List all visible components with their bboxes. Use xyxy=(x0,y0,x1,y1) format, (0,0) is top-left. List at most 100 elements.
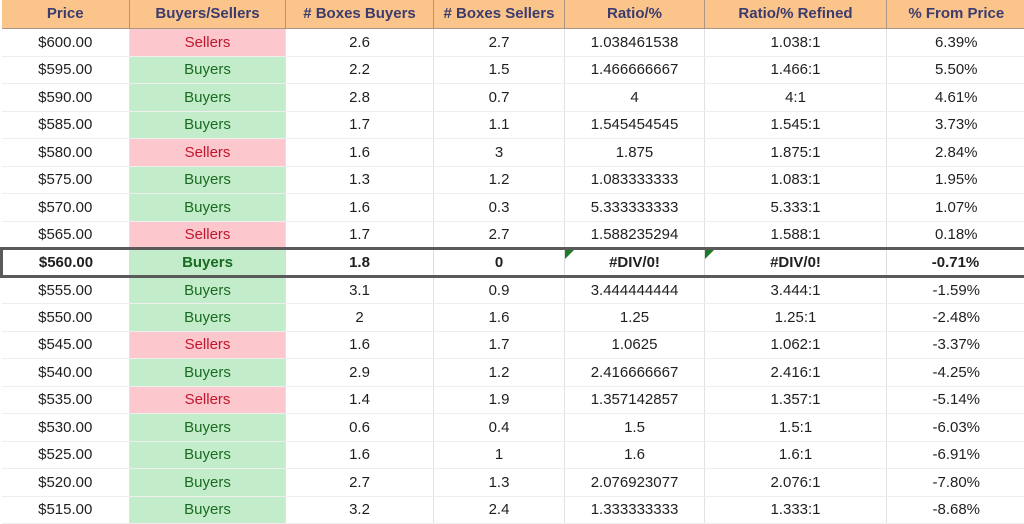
cell-ratio_refined[interactable]: 1.588:1 xyxy=(704,221,887,249)
cell-boxes_buyers[interactable]: 2.9 xyxy=(285,358,434,387)
cell-boxes_sellers[interactable]: 1.9 xyxy=(433,386,565,414)
cell-price[interactable]: $565.00 xyxy=(1,221,130,249)
table-row[interactable]: $560.00 Buyers 1.8 0 #DIV/0! #DIV/0! -0.71% xyxy=(0,247,1024,278)
table-row[interactable]: $550.00 Buyers 2 1.6 1.25 1.25:1 -2.48% xyxy=(1,303,1024,332)
cell-boxes_buyers[interactable]: 1.7 xyxy=(285,221,434,249)
cell-boxes_sellers[interactable]: 0.3 xyxy=(433,193,565,222)
cell-ratio[interactable]: 1.357142857 xyxy=(564,386,705,414)
cell-ratio[interactable]: 1.333333333 xyxy=(564,496,705,524)
cell-pct_from_price[interactable]: -1.59% xyxy=(886,276,1024,304)
cell-ratio[interactable]: 1.588235294 xyxy=(564,221,705,249)
table-row[interactable]: $565.00 Sellers 1.7 2.7 1.588235294 1.588:1 0.… xyxy=(1,221,1024,249)
cell-signal[interactable]: Sellers xyxy=(129,331,286,359)
cell-pct_from_price[interactable]: 2.84% xyxy=(886,138,1024,167)
cell-ratio_refined[interactable]: 1.875:1 xyxy=(704,138,887,167)
cell-boxes_buyers[interactable]: 2.6 xyxy=(285,28,434,57)
cell-boxes_buyers[interactable]: 1.6 xyxy=(285,441,434,469)
cell-price[interactable]: $560.00 xyxy=(0,247,130,278)
cell-signal[interactable]: Buyers xyxy=(129,413,286,442)
cell-boxes_sellers[interactable]: 0.9 xyxy=(433,276,565,304)
cell-pct_from_price[interactable]: 5.50% xyxy=(886,56,1024,84)
table-row[interactable]: $575.00 Buyers 1.3 1.2 1.083333333 1.083:1 1.9… xyxy=(1,166,1024,194)
cell-signal[interactable]: Buyers xyxy=(129,468,286,497)
cell-boxes_buyers[interactable]: 1.6 xyxy=(285,138,434,167)
cell-price[interactable]: $575.00 xyxy=(1,166,130,194)
cell-pct_from_price[interactable]: -8.68% xyxy=(886,496,1024,524)
cell-boxes_sellers[interactable]: 0.4 xyxy=(433,413,565,442)
cell-pct_from_price[interactable]: -3.37% xyxy=(886,331,1024,359)
cell-boxes_buyers[interactable]: 2.8 xyxy=(285,83,434,112)
table-row[interactable]: $545.00 Sellers 1.6 1.7 1.0625 1.062:1 -3.37% xyxy=(1,331,1024,359)
cell-signal[interactable]: Buyers xyxy=(129,276,286,304)
cell-ratio_refined[interactable]: 2.076:1 xyxy=(704,468,887,497)
cell-pct_from_price[interactable]: 3.73% xyxy=(886,111,1024,139)
cell-ratio_refined[interactable]: 3.444:1 xyxy=(704,276,887,304)
column-header-boxes_sellers[interactable]: # Boxes Sellers xyxy=(433,0,565,29)
cell-signal[interactable]: Buyers xyxy=(129,166,286,194)
cell-ratio[interactable]: #DIV/0! xyxy=(564,247,705,278)
cell-boxes_sellers[interactable]: 2.7 xyxy=(433,28,565,57)
cell-ratio[interactable]: 1.545454545 xyxy=(564,111,705,139)
cell-ratio_refined[interactable]: 4:1 xyxy=(704,83,887,112)
cell-pct_from_price[interactable]: -5.14% xyxy=(886,386,1024,414)
cell-ratio_refined[interactable]: 1.333:1 xyxy=(704,496,887,524)
cell-boxes_buyers[interactable]: 3.2 xyxy=(285,496,434,524)
cell-signal[interactable]: Buyers xyxy=(129,303,286,332)
cell-pct_from_price[interactable]: -4.25% xyxy=(886,358,1024,387)
cell-ratio_refined[interactable]: 1.5:1 xyxy=(704,413,887,442)
cell-price[interactable]: $540.00 xyxy=(1,358,130,387)
cell-ratio_refined[interactable]: 1.545:1 xyxy=(704,111,887,139)
cell-boxes_sellers[interactable]: 1.5 xyxy=(433,56,565,84)
cell-signal[interactable]: Sellers xyxy=(129,28,286,57)
cell-boxes_sellers[interactable]: 1.7 xyxy=(433,331,565,359)
cell-boxes_sellers[interactable]: 3 xyxy=(433,138,565,167)
cell-boxes_buyers[interactable]: 1.3 xyxy=(285,166,434,194)
cell-pct_from_price[interactable]: 1.07% xyxy=(886,193,1024,222)
cell-ratio_refined[interactable]: 1.038:1 xyxy=(704,28,887,57)
column-header-price[interactable]: Price xyxy=(1,0,130,29)
cell-boxes_buyers[interactable]: 2.7 xyxy=(285,468,434,497)
cell-boxes_sellers[interactable]: 2.4 xyxy=(433,496,565,524)
cell-ratio_refined[interactable]: 1.6:1 xyxy=(704,441,887,469)
cell-signal[interactable]: Sellers xyxy=(129,138,286,167)
cell-boxes_sellers[interactable]: 1.3 xyxy=(433,468,565,497)
cell-price[interactable]: $535.00 xyxy=(1,386,130,414)
cell-ratio_refined[interactable]: 1.466:1 xyxy=(704,56,887,84)
cell-price[interactable]: $550.00 xyxy=(1,303,130,332)
cell-ratio[interactable]: 1.038461538 xyxy=(564,28,705,57)
cell-price[interactable]: $520.00 xyxy=(1,468,130,497)
cell-ratio[interactable]: 2.416666667 xyxy=(564,358,705,387)
cell-signal[interactable]: Sellers xyxy=(129,386,286,414)
cell-price[interactable]: $545.00 xyxy=(1,331,130,359)
cell-signal[interactable]: Buyers xyxy=(129,111,286,139)
cell-boxes_sellers[interactable]: 1.2 xyxy=(433,166,565,194)
cell-ratio[interactable]: 1.5 xyxy=(564,413,705,442)
column-header-signal[interactable]: Buyers/Sellers xyxy=(129,0,286,29)
cell-boxes_buyers[interactable]: 1.6 xyxy=(285,193,434,222)
cell-pct_from_price[interactable]: 1.95% xyxy=(886,166,1024,194)
cell-boxes_buyers[interactable]: 1.6 xyxy=(285,331,434,359)
cell-boxes_sellers[interactable]: 0 xyxy=(433,247,565,278)
cell-price[interactable]: $555.00 xyxy=(1,276,130,304)
cell-pct_from_price[interactable]: 6.39% xyxy=(886,28,1024,57)
cell-ratio[interactable]: 1.083333333 xyxy=(564,166,705,194)
cell-boxes_sellers[interactable]: 1.1 xyxy=(433,111,565,139)
cell-price[interactable]: $590.00 xyxy=(1,83,130,112)
table-row[interactable]: $600.00 Sellers 2.6 2.7 1.038461538 1.038:1 6.… xyxy=(1,28,1024,57)
cell-pct_from_price[interactable]: -6.03% xyxy=(886,413,1024,442)
cell-ratio[interactable]: 1.466666667 xyxy=(564,56,705,84)
cell-boxes_sellers[interactable]: 1 xyxy=(433,441,565,469)
cell-ratio_refined[interactable]: #DIV/0! xyxy=(704,247,887,278)
cell-ratio_refined[interactable]: 5.333:1 xyxy=(704,193,887,222)
column-header-ratio_refined[interactable]: Ratio/% Refined xyxy=(704,0,887,29)
column-header-pct_from_price[interactable]: % From Price xyxy=(886,0,1024,29)
table-row[interactable]: $595.00 Buyers 2.2 1.5 1.466666667 1.466:1 5.5… xyxy=(1,56,1024,84)
cell-ratio[interactable]: 3.444444444 xyxy=(564,276,705,304)
cell-price[interactable]: $595.00 xyxy=(1,56,130,84)
cell-pct_from_price[interactable]: -0.71% xyxy=(886,247,1024,278)
cell-ratio_refined[interactable]: 2.416:1 xyxy=(704,358,887,387)
cell-boxes_buyers[interactable]: 3.1 xyxy=(285,276,434,304)
cell-price[interactable]: $600.00 xyxy=(1,28,130,57)
cell-boxes_sellers[interactable]: 0.7 xyxy=(433,83,565,112)
cell-price[interactable]: $515.00 xyxy=(1,496,130,524)
